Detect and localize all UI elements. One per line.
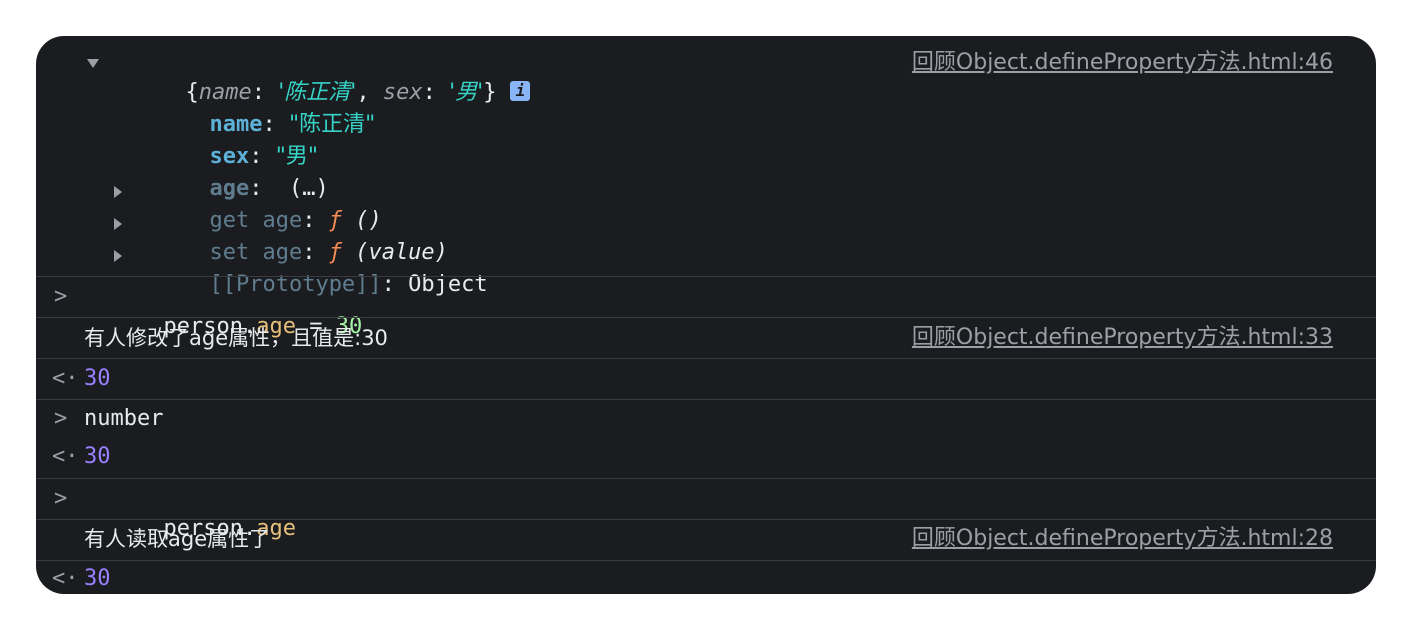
console-result-row: <· 30 (36, 438, 1376, 478)
log-message: 有人读取age属性了 (84, 527, 271, 551)
object-log-entry: {name: '陈正清', sex: '男'} i 回顾Object.define… (36, 36, 1376, 297)
expand-triangle-icon[interactable] (114, 218, 122, 230)
input-expression[interactable]: number (84, 404, 163, 434)
result-arrow-icon: <· (52, 566, 79, 591)
result-value[interactable]: 30 (84, 564, 111, 594)
result-arrow-icon: <· (52, 366, 79, 391)
console-result-row: <· 30 (36, 359, 1376, 399)
source-link[interactable]: 回顾Object.defineProperty方法.html:46 (912, 48, 1333, 78)
devtools-console: {name: '陈正清', sex: '男'} i 回顾Object.define… (36, 36, 1376, 594)
console-log-row: 有人读取age属性了 回顾Object.defineProperty方法.htm… (36, 520, 1376, 560)
console-log-row: 有人修改了age属性，且值是:30 回顾Object.definePropert… (36, 318, 1376, 358)
console-input-row: > person.age = 30 (36, 277, 1376, 339)
info-icon[interactable]: i (510, 81, 531, 101)
result-value[interactable]: 30 (84, 442, 111, 472)
expand-triangle-icon[interactable] (114, 250, 122, 262)
source-link[interactable]: 回顾Object.defineProperty方法.html:28 (912, 524, 1333, 554)
result-arrow-icon: <· (52, 444, 79, 469)
source-link[interactable]: 回顾Object.defineProperty方法.html:33 (912, 323, 1333, 353)
console-result-row: <· 30 (36, 561, 1376, 594)
chevron-right-icon: > (54, 486, 68, 511)
result-value[interactable]: 30 (84, 364, 111, 394)
console-input-row: > person.age (36, 479, 1376, 541)
log-message: 有人修改了age属性，且值是:30 (84, 326, 388, 350)
chevron-right-icon: > (54, 284, 68, 309)
expand-triangle-icon[interactable] (114, 186, 122, 198)
console-input-row: > number (36, 400, 1376, 438)
collapse-triangle-icon[interactable] (87, 59, 99, 68)
chevron-right-icon: > (54, 406, 68, 431)
